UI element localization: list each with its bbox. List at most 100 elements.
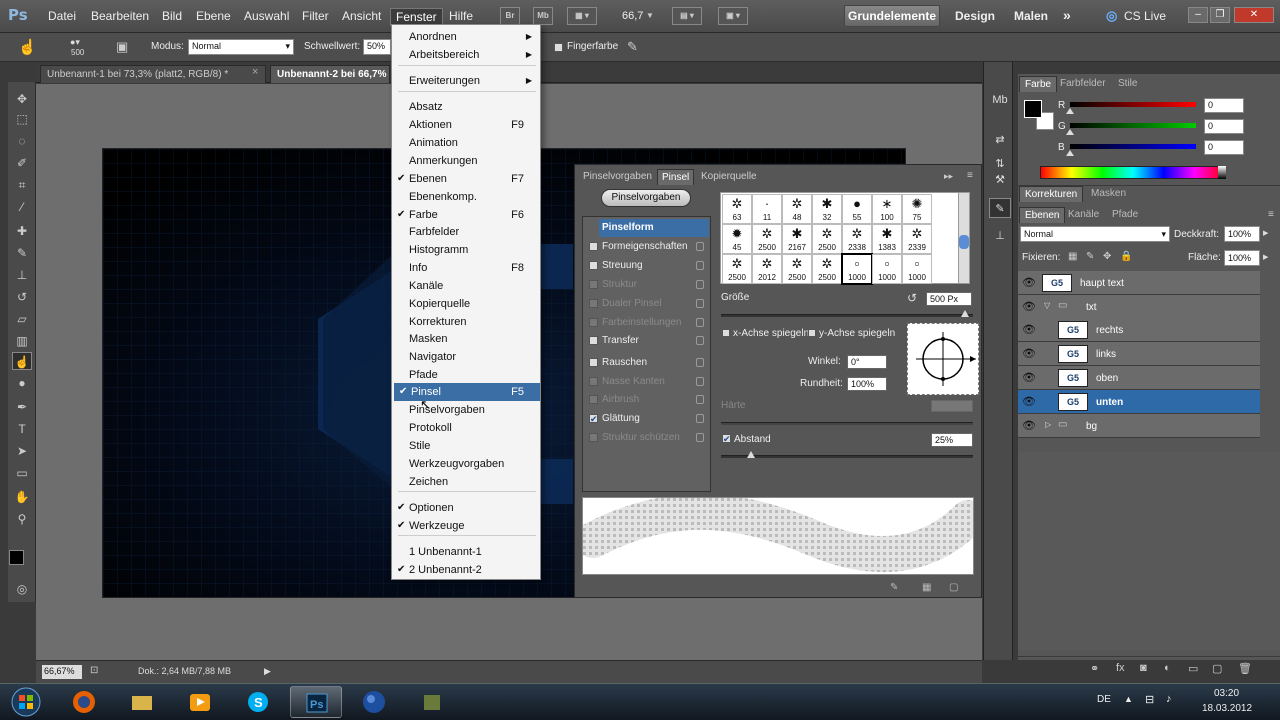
menu-filter[interactable]: Filter	[298, 9, 333, 23]
workspace-essentials-button[interactable]: Grundelemente	[844, 5, 940, 27]
menu-hilfe[interactable]: Hilfe	[445, 9, 477, 23]
lock-pixels-icon[interactable]: ✎	[1086, 251, 1094, 262]
brush-tip-preset[interactable]: ∗ 100	[872, 194, 902, 224]
lock-icon[interactable]	[696, 433, 704, 442]
brush-presets-button[interactable]: Pinselvorgaben	[601, 189, 691, 207]
add-mask-icon[interactable]: ◙	[1140, 662, 1147, 674]
clock-time[interactable]: 03:20	[1214, 688, 1239, 699]
spacing-checkbox[interactable]: ✔	[722, 434, 731, 444]
lasso-tool-icon[interactable]: ◌	[12, 132, 32, 150]
brush-tip-preset[interactable]: ✲ 2012	[752, 254, 782, 284]
tab-channels[interactable]: Kanäle	[1063, 207, 1104, 222]
channel-value-input[interactable]: 0	[1204, 119, 1244, 134]
toggle-live-tip-icon[interactable]: ✎	[890, 582, 898, 593]
fill-input[interactable]: 100%	[1224, 250, 1260, 266]
wet-edges-item[interactable]: Nasse Kanten	[583, 373, 710, 391]
layer-links[interactable]: 👁 G5 links	[1018, 342, 1260, 366]
app-taskbar-button[interactable]	[406, 686, 458, 718]
spectrum-bw[interactable]	[1218, 166, 1226, 179]
delete-layer-icon[interactable]: 🗑	[1238, 662, 1252, 675]
spacing-slider-knob[interactable]	[747, 451, 756, 458]
lock-position-icon[interactable]: ✥	[1103, 251, 1111, 262]
brush-tip-shape-item[interactable]: Pinselform	[599, 219, 709, 237]
photoshop-taskbar-button[interactable]: Ps	[290, 686, 342, 718]
channel-value-input[interactable]: 0	[1204, 140, 1244, 155]
menu-item-werkzeugvorgaben[interactable]: Werkzeugvorgaben	[392, 455, 540, 473]
zoom-tool-icon[interactable]: ⚲	[12, 510, 32, 528]
channel-slider-knob[interactable]	[1066, 129, 1074, 135]
tab-brush[interactable]: Pinsel	[657, 169, 695, 185]
opacity-input[interactable]: 100%	[1224, 226, 1260, 242]
firefox-taskbar-button[interactable]	[58, 686, 110, 718]
menu-item-1-unbenannt-1[interactable]: 1 Unbenannt-1	[392, 543, 540, 561]
brush-panel-toggle-icon[interactable]: ▣	[116, 39, 128, 55]
menu-item-absatz[interactable]: Absatz	[392, 98, 540, 116]
checkbox[interactable]	[589, 377, 598, 386]
menu-item-anmerkungen[interactable]: Anmerkungen	[392, 152, 540, 170]
quick-selection-tool-icon[interactable]: ✐	[12, 154, 32, 172]
link-layers-icon[interactable]: ⚭	[1090, 662, 1099, 675]
pressure-icon[interactable]: ✎	[627, 39, 638, 55]
pen-tool-icon[interactable]: ✒	[12, 398, 32, 416]
eye-icon[interactable]: 👁	[1022, 419, 1036, 433]
status-info-icon[interactable]: ⊡	[90, 665, 98, 676]
menu-auswahl[interactable]: Auswahl	[240, 9, 293, 23]
dodge-tool-icon[interactable]: ●	[12, 374, 32, 392]
spacing-input[interactable]: 25%	[931, 433, 973, 447]
blend-mode-select[interactable]: Normal ▾	[1020, 226, 1170, 242]
new-layer-icon[interactable]: ▢	[1212, 662, 1222, 675]
layer-style-icon[interactable]: fx	[1116, 662, 1125, 674]
checkbox[interactable]	[589, 280, 598, 289]
protect-texture-item[interactable]: Struktur schützen	[583, 429, 710, 447]
noise-item[interactable]: Rauschen	[583, 354, 710, 372]
smudge-tool-preset-icon[interactable]: ☝	[18, 38, 37, 56]
menu-item-animation[interactable]: Animation	[392, 134, 540, 152]
smoothing-checkbox[interactable]: ✔	[589, 414, 598, 424]
new-brush-icon[interactable]: ▢	[949, 582, 958, 593]
screen-mode-button[interactable]: ▣ ▾	[718, 7, 748, 25]
menu-item-kanäle[interactable]: Kanäle	[392, 277, 540, 295]
tab-layers[interactable]: Ebenen	[1019, 207, 1066, 223]
brush-panel-icon[interactable]: ✎	[989, 198, 1011, 218]
menu-item-stile[interactable]: Stile	[392, 437, 540, 455]
adjustment-layer-icon[interactable]: ◐	[1164, 662, 1171, 674]
menu-item-aktionen[interactable]: Aktionen F9	[392, 116, 540, 134]
more-workspaces-button[interactable]: »	[1063, 7, 1071, 23]
eye-icon[interactable]: 👁	[1022, 347, 1036, 361]
close-tab-icon[interactable]: ×	[252, 66, 258, 78]
menu-item-anordnen[interactable]: Anordnen ▶	[392, 28, 540, 46]
brush-tip-preset[interactable]: ▫ 1000	[902, 254, 932, 284]
menu-bild[interactable]: Bild	[158, 9, 186, 23]
start-button[interactable]	[6, 686, 46, 718]
lock-all-icon[interactable]: 🔒	[1120, 251, 1132, 262]
brush-grid-scrollbar[interactable]	[958, 192, 970, 284]
minibridge-panel-icon[interactable]: Mb	[989, 90, 1011, 110]
channel-slider[interactable]	[1070, 102, 1196, 107]
hand-tool-icon[interactable]: ✋	[12, 488, 32, 506]
tab-unbenannt-2[interactable]: Unbenannt-2 bei 66,7%	[270, 65, 390, 83]
reset-size-icon[interactable]: ↺	[907, 291, 917, 305]
menu-item-2-unbenannt-2[interactable]: ✔ 2 Unbenannt-2	[392, 561, 540, 579]
brush-tip-preset[interactable]: ✲ 63	[722, 194, 752, 224]
brush-tip-preset[interactable]: ✱ 32	[812, 194, 842, 224]
skype-taskbar-button[interactable]: S	[232, 686, 284, 718]
close-button[interactable]: ✕	[1234, 7, 1274, 23]
checkbox[interactable]	[589, 358, 598, 367]
launch-bridge-button[interactable]: Br	[500, 7, 520, 25]
eye-icon[interactable]: 👁	[1022, 371, 1036, 385]
zoom-level[interactable]: 66,7	[618, 10, 647, 22]
menu-bearbeiten[interactable]: Bearbeiten	[87, 9, 153, 23]
transfer-item[interactable]: Transfer	[583, 332, 710, 350]
language-indicator[interactable]: DE	[1097, 694, 1111, 705]
zoom-status-input[interactable]: 66,67%	[42, 665, 82, 679]
size-slider[interactable]	[721, 310, 973, 317]
brush-tip-preset[interactable]: ✲ 2500	[812, 224, 842, 254]
menu-item-zeichen[interactable]: Zeichen	[392, 473, 540, 491]
type-tool-icon[interactable]: T	[12, 420, 32, 438]
view-extras-button[interactable]: ▦ ▾	[567, 7, 597, 25]
brush-grid-icon[interactable]: ▦	[922, 582, 931, 593]
menu-item-ebenen[interactable]: ✔ Ebenen F7	[392, 170, 540, 188]
menu-item-info[interactable]: Info F8	[392, 259, 540, 277]
brush-tip-preset[interactable]: ✱ 2167	[782, 224, 812, 254]
menu-item-pfade[interactable]: Pfade	[392, 366, 540, 384]
